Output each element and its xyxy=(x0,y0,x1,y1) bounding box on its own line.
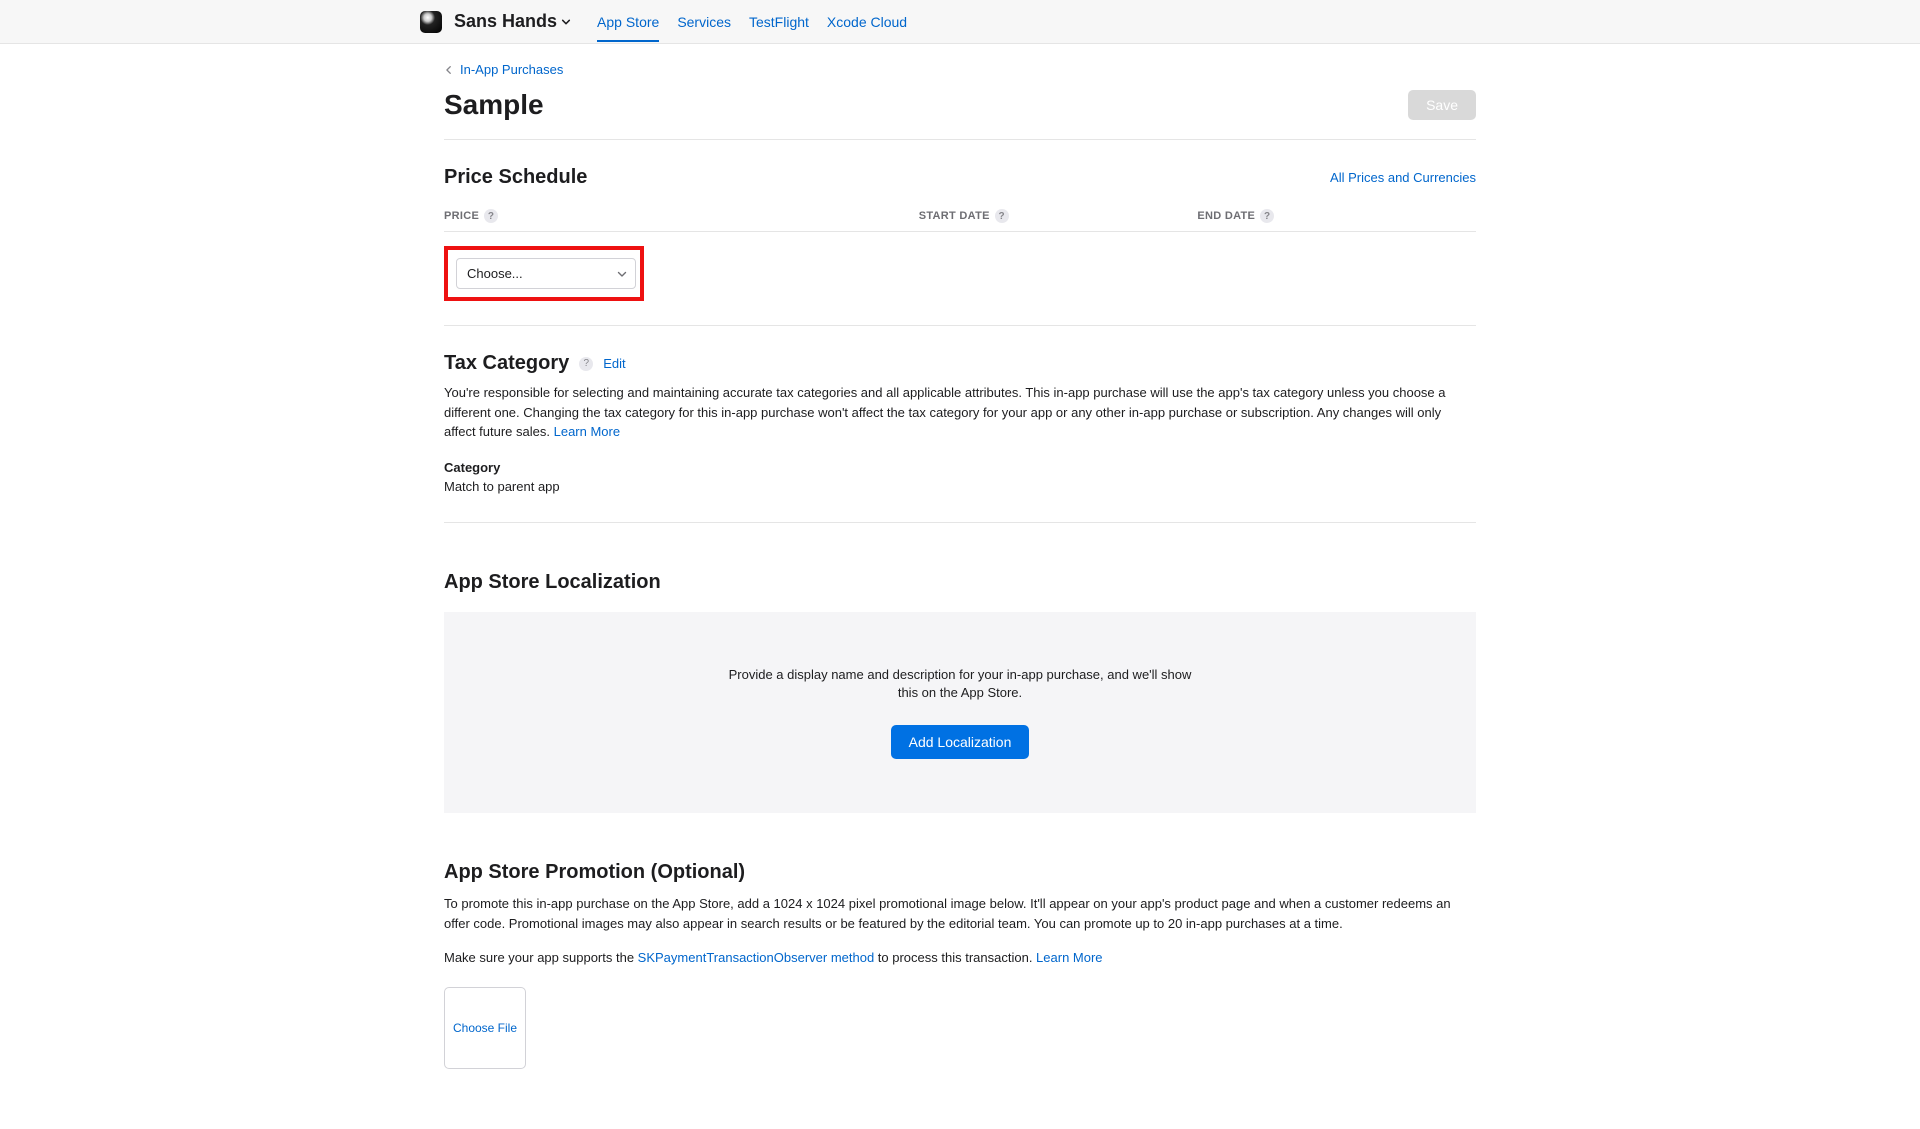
nav-tabs: App Store Services TestFlight Xcode Clou… xyxy=(597,2,907,42)
breadcrumb-label: In-App Purchases xyxy=(460,62,563,77)
localization-empty-state: Provide a display name and description f… xyxy=(444,612,1476,814)
promotion-learn-more-link[interactable]: Learn More xyxy=(1036,950,1102,965)
tab-testflight[interactable]: TestFlight xyxy=(749,2,809,42)
tax-description: You're responsible for selecting and mai… xyxy=(444,383,1476,442)
app-icon xyxy=(420,11,442,33)
help-icon[interactable]: ? xyxy=(995,209,1009,223)
tax-category-section: Tax Category ? Edit You're responsible f… xyxy=(444,352,1476,523)
edit-tax-link[interactable]: Edit xyxy=(603,356,625,371)
col-start-date-label: START DATE xyxy=(919,210,990,222)
page-title: Sample xyxy=(444,89,544,121)
price-table-row: Choose... xyxy=(444,232,1476,326)
save-button[interactable]: Save xyxy=(1408,90,1476,120)
breadcrumb-back[interactable]: In-App Purchases xyxy=(444,44,1476,83)
choose-file-label: Choose File xyxy=(453,1021,517,1035)
help-icon[interactable]: ? xyxy=(484,209,498,223)
top-nav-bar: Sans Hands App Store Services TestFlight… xyxy=(0,0,1920,44)
all-prices-link[interactable]: All Prices and Currencies xyxy=(1330,170,1476,185)
promotion-title: App Store Promotion (Optional) xyxy=(444,861,1476,884)
help-icon[interactable]: ? xyxy=(579,357,593,371)
localization-title: App Store Localization xyxy=(444,571,1476,594)
promotion-support-text: Make sure your app supports the SKPaymen… xyxy=(444,950,1476,965)
localization-section: App Store Localization Provide a display… xyxy=(444,571,1476,814)
promotion-description: To promote this in-app purchase on the A… xyxy=(444,894,1476,934)
col-price-label: PRICE xyxy=(444,210,479,222)
price-schedule-title: Price Schedule xyxy=(444,166,587,189)
price-select[interactable]: Choose... xyxy=(456,258,636,289)
category-field-value: Match to parent app xyxy=(444,479,1476,494)
price-schedule-section: Price Schedule All Prices and Currencies… xyxy=(444,166,1476,326)
localization-placeholder-text: Provide a display name and description f… xyxy=(720,666,1200,704)
add-localization-button[interactable]: Add Localization xyxy=(891,725,1030,759)
tab-services[interactable]: Services xyxy=(677,2,731,42)
tax-learn-more-link[interactable]: Learn More xyxy=(554,424,620,439)
choose-file-button[interactable]: Choose File xyxy=(444,987,526,1069)
chevron-down-icon xyxy=(561,17,571,27)
app-name-label: Sans Hands xyxy=(454,11,557,32)
tab-app-store[interactable]: App Store xyxy=(597,2,659,42)
price-table-header: PRICE ? START DATE ? END DATE ? xyxy=(444,199,1476,232)
app-switcher[interactable]: Sans Hands xyxy=(454,11,571,32)
tax-category-title: Tax Category xyxy=(444,352,569,375)
category-field-label: Category xyxy=(444,460,1476,475)
col-end-date-label: END DATE xyxy=(1197,210,1255,222)
tab-xcode-cloud[interactable]: Xcode Cloud xyxy=(827,2,907,42)
skpayment-observer-link[interactable]: SKPaymentTransactionObserver method xyxy=(638,950,875,965)
promotion-section: App Store Promotion (Optional) To promot… xyxy=(444,861,1476,1069)
chevron-left-icon xyxy=(444,65,454,75)
help-icon[interactable]: ? xyxy=(1260,209,1274,223)
highlighted-region: Choose... xyxy=(444,246,644,301)
